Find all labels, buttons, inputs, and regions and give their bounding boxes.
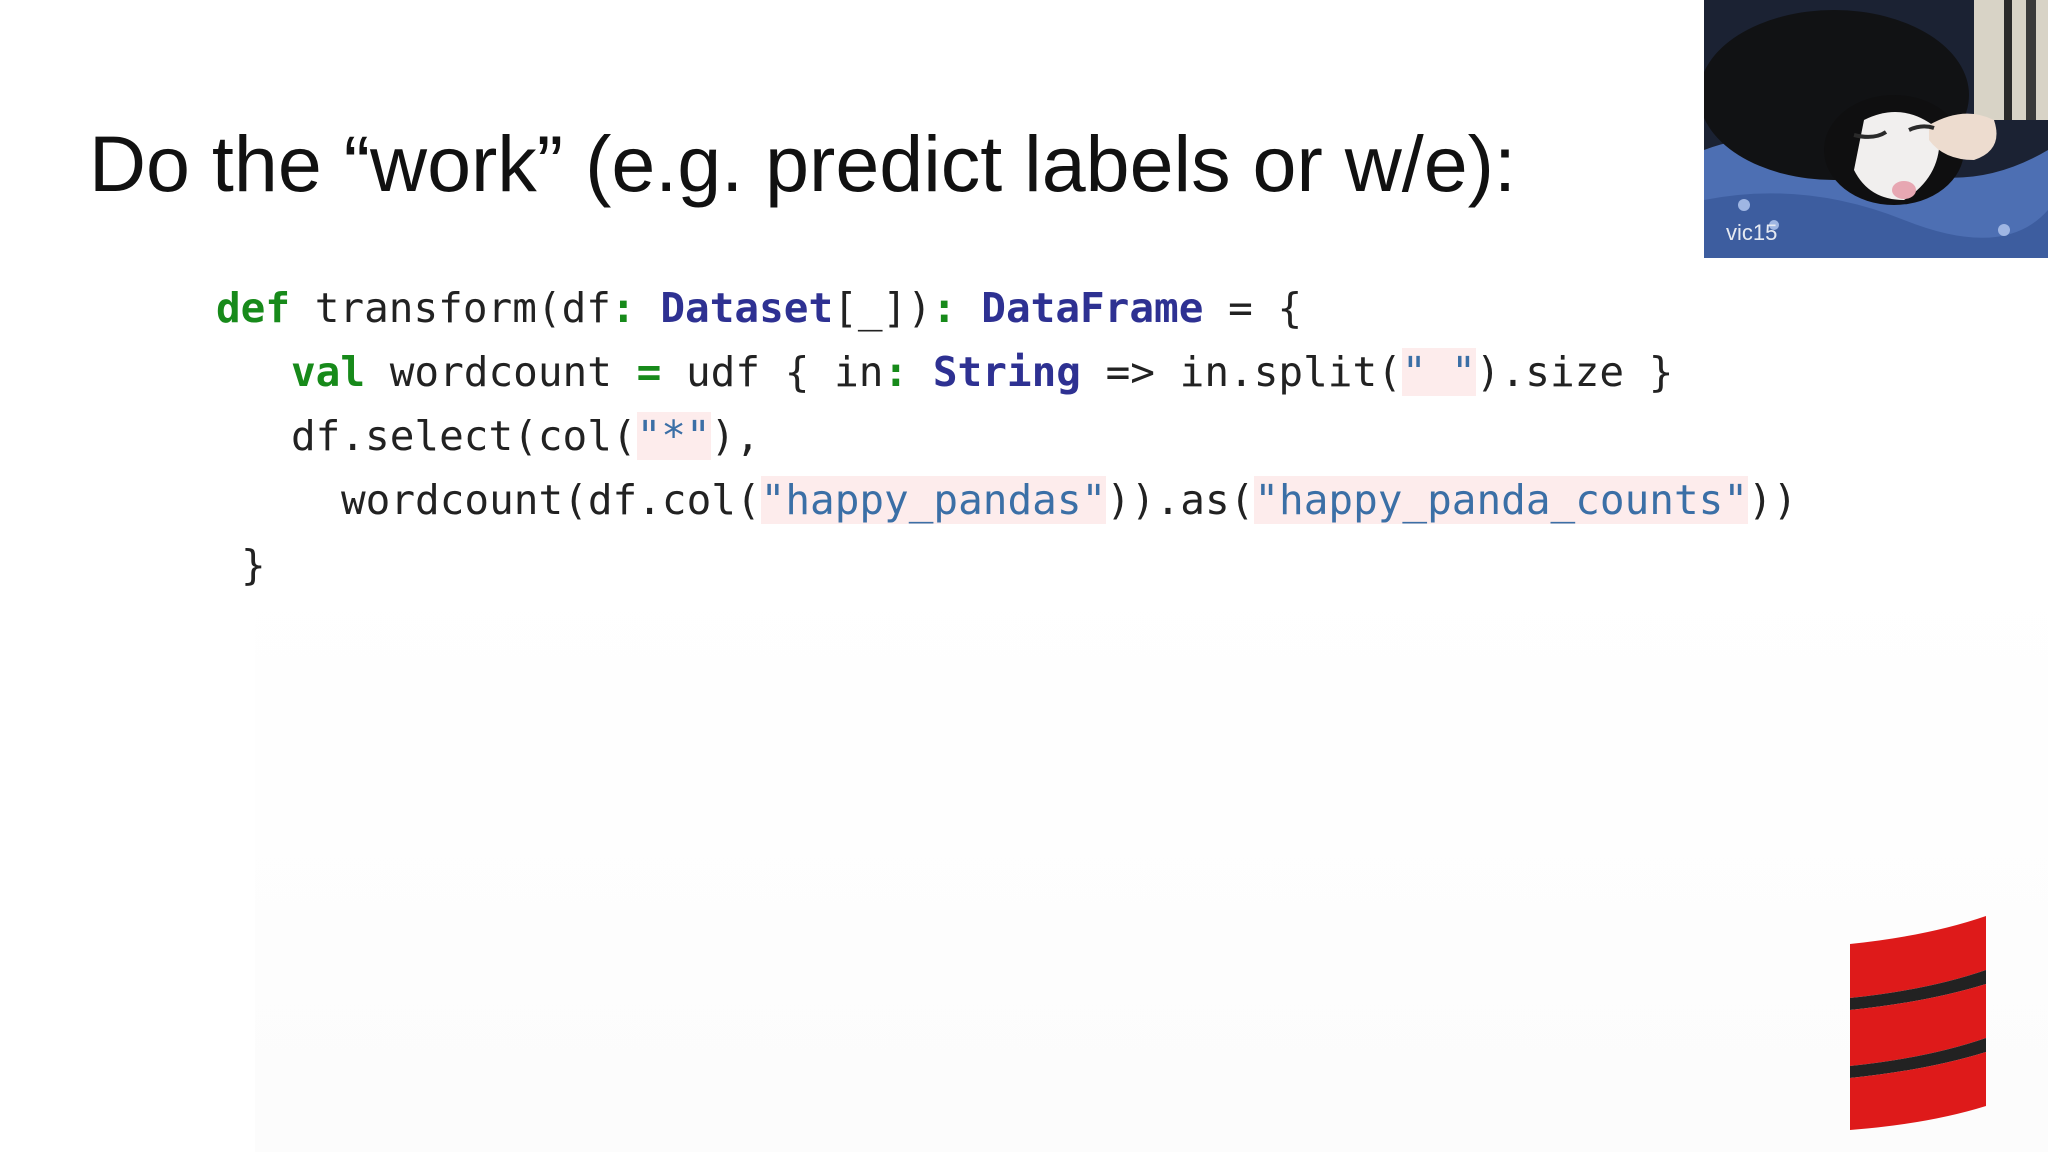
- code-text: udf { in: [661, 348, 884, 396]
- webcam-video: vic15: [1704, 0, 2048, 258]
- code-operator: :: [931, 284, 957, 332]
- code-string: "happy_pandas": [760, 476, 1107, 524]
- code-line-4: wordcount(df.col("happy_pandas")).as("ha…: [341, 468, 1797, 532]
- code-text: transform(df: [290, 284, 611, 332]
- scala-logo-graphic: [1850, 916, 1986, 1130]
- code-text: => in.split(: [1080, 348, 1402, 396]
- code-type: DataFrame: [981, 284, 1204, 332]
- code-text: ),: [710, 412, 761, 460]
- code-string: "*": [636, 412, 711, 460]
- presentation-slide: Do the “work” (e.g. predict labels or w/…: [0, 0, 2048, 1152]
- code-string: " ": [1401, 348, 1476, 396]
- code-text: = {: [1203, 284, 1303, 332]
- code-keyword: def: [216, 284, 291, 332]
- slide-background-shade: [255, 560, 2048, 1152]
- code-line-5: }: [241, 533, 266, 597]
- code-line-3: df.select(col("*"),: [291, 404, 760, 468]
- code-keyword: val: [291, 348, 366, 396]
- code-type: String: [932, 348, 1081, 396]
- code-line-2: val wordcount = udf { in: String => in.s…: [291, 340, 1673, 404]
- slide-title: Do the “work” (e.g. predict labels or w/…: [89, 119, 1516, 208]
- scala-logo-icon: [1848, 912, 1988, 1130]
- code-text: wordcount(df.col(: [341, 476, 761, 524]
- code-text: [_]): [833, 284, 932, 332]
- code-text: }: [241, 541, 266, 589]
- code-text: ).size }: [1475, 348, 1674, 396]
- code-text: wordcount: [365, 348, 637, 396]
- code-line-1: def transform(df: Dataset[_]): DataFrame…: [216, 276, 1302, 340]
- code-text: )): [1748, 476, 1798, 524]
- code-operator: :: [883, 348, 909, 396]
- code-operator: :: [610, 284, 636, 332]
- code-string: "happy_panda_counts": [1254, 476, 1749, 524]
- code-text: )).as(: [1106, 476, 1255, 524]
- webcam-label: vic15: [1726, 220, 1778, 245]
- code-type: Dataset: [660, 284, 834, 332]
- code-text: df.select(col(: [291, 412, 637, 460]
- code-operator: =: [636, 348, 662, 396]
